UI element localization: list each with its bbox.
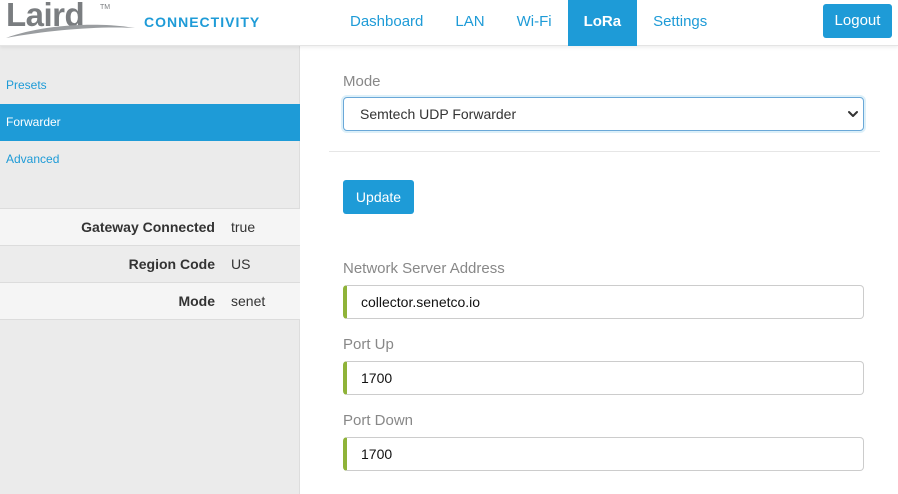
port-down-value: 1700: [361, 446, 393, 462]
nav-tab-dashboard[interactable]: Dashboard: [334, 0, 439, 46]
mode-select-value: Semtech UDP Forwarder: [360, 106, 517, 122]
port-down-label: Port Down: [343, 412, 414, 429]
network-server-address-value: collector.senetco.io: [361, 294, 481, 310]
main-content: Mode Semtech UDP Forwarder Update Networ…: [301, 46, 898, 494]
network-server-address-label: Network Server Address: [343, 260, 505, 277]
nav-tab-wifi[interactable]: Wi-Fi: [501, 0, 568, 46]
mode-label: Mode: [343, 73, 381, 90]
nav-tab-settings[interactable]: Settings: [637, 0, 723, 46]
status-label: Gateway Connected: [81, 219, 215, 235]
sidebar-item-advanced[interactable]: Advanced: [0, 141, 300, 178]
status-label: Region Code: [128, 256, 215, 272]
status-value: US: [231, 256, 251, 272]
section-divider: [329, 151, 880, 152]
sidebar: Presets Forwarder Advanced Gateway Conne…: [0, 46, 300, 494]
brand-name: CONNECTIVITY: [144, 14, 261, 30]
top-header: Laird TM CONNECTIVITY Dashboard LAN Wi-F…: [0, 0, 898, 46]
logout-button[interactable]: Logout: [823, 4, 892, 38]
sidebar-item-presets[interactable]: Presets: [0, 67, 300, 104]
logo-trademark: TM: [100, 4, 111, 11]
port-up-label: Port Up: [343, 336, 394, 353]
sidebar-menu: Presets Forwarder Advanced: [0, 67, 300, 178]
status-row-gateway-connected: Gateway Connected true: [0, 209, 300, 246]
nav-tab-lora[interactable]: LoRa: [567, 0, 638, 46]
status-value: senet: [231, 293, 266, 309]
mode-select[interactable]: Semtech UDP Forwarder: [343, 97, 864, 131]
status-value: true: [231, 219, 256, 235]
status-table: Gateway Connected true Region Code US Mo…: [0, 208, 300, 320]
port-up-input[interactable]: 1700: [343, 361, 864, 395]
main-nav: Dashboard LAN Wi-Fi LoRa Settings: [334, 0, 723, 46]
status-row-region-code: Region Code US: [0, 246, 300, 283]
laird-logo[interactable]: Laird TM: [4, 0, 135, 44]
sidebar-item-forwarder[interactable]: Forwarder: [0, 104, 300, 141]
nav-tab-lan[interactable]: LAN: [439, 0, 500, 46]
update-button[interactable]: Update: [343, 180, 414, 214]
port-up-value: 1700: [361, 370, 393, 386]
status-label: Mode: [178, 293, 215, 309]
chevron-down-icon: [848, 111, 858, 117]
status-row-mode: Mode senet: [0, 283, 300, 320]
network-server-address-input[interactable]: collector.senetco.io: [343, 285, 864, 319]
port-down-input[interactable]: 1700: [343, 437, 864, 471]
logo-swoosh-icon: [6, 24, 135, 38]
